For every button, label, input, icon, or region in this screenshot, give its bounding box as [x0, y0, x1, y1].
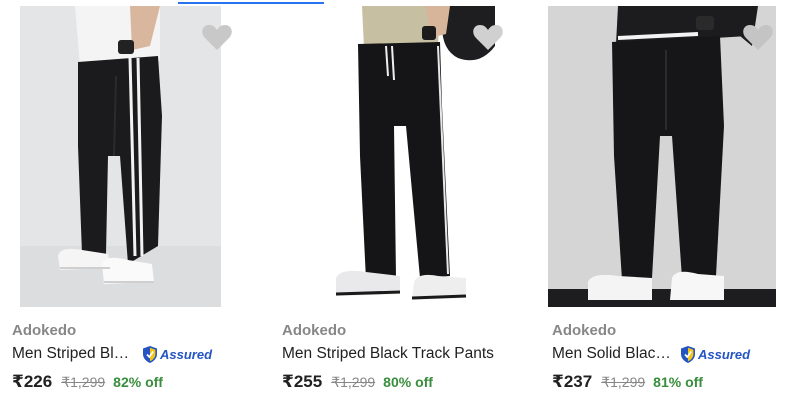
product-card[interactable]: Adokedo Men Striped Black Track Pants As… [0, 0, 270, 403]
wishlist-heart-icon[interactable] [201, 22, 233, 52]
product-card[interactable]: Adokedo Men Striped Black Track Pants ₹2… [270, 0, 540, 403]
product-grid: Adokedo Men Striped Black Track Pants As… [0, 0, 795, 403]
product-title[interactable]: Men Striped Black Track Pants [12, 345, 136, 363]
product-title-row: Men Striped Black Track Pants Assured [12, 344, 212, 364]
wishlist-heart-icon[interactable] [472, 22, 504, 52]
assured-badge: Assured [679, 345, 750, 364]
price-row: ₹237 ₹1,299 81% off [552, 372, 703, 394]
selling-price: ₹255 [282, 372, 323, 391]
price-row: ₹226 ₹1,299 82% off [12, 372, 163, 394]
shield-icon [681, 345, 695, 363]
assured-badge: Assured [141, 345, 212, 364]
product-card[interactable]: Adokedo Men Solid Black Track Pants Assu… [540, 0, 795, 403]
product-image[interactable] [20, 6, 221, 307]
product-brand: Adokedo [552, 322, 617, 339]
discount-label: 80% off [383, 374, 433, 390]
original-price: ₹1,299 [331, 374, 376, 390]
original-price: ₹1,299 [601, 374, 646, 390]
product-image[interactable] [290, 6, 496, 307]
price-row: ₹255 ₹1,299 80% off [282, 372, 433, 394]
selling-price: ₹237 [552, 372, 593, 391]
product-title[interactable]: Men Striped Black Track Pants [282, 345, 494, 363]
assured-label: Assured [698, 346, 751, 362]
selling-price: ₹226 [12, 372, 53, 391]
assured-label: Assured [160, 346, 213, 362]
product-title[interactable]: Men Solid Black Track Pants [552, 345, 674, 363]
product-title-row: Men Striped Black Track Pants [282, 344, 494, 364]
wishlist-heart-icon[interactable] [742, 22, 774, 52]
product-brand: Adokedo [282, 322, 347, 339]
discount-label: 82% off [113, 374, 163, 390]
original-price: ₹1,299 [61, 374, 106, 390]
product-brand: Adokedo [12, 322, 77, 339]
product-title-row: Men Solid Black Track Pants Assured [552, 344, 750, 364]
discount-label: 81% off [653, 374, 703, 390]
shield-icon [143, 345, 157, 363]
